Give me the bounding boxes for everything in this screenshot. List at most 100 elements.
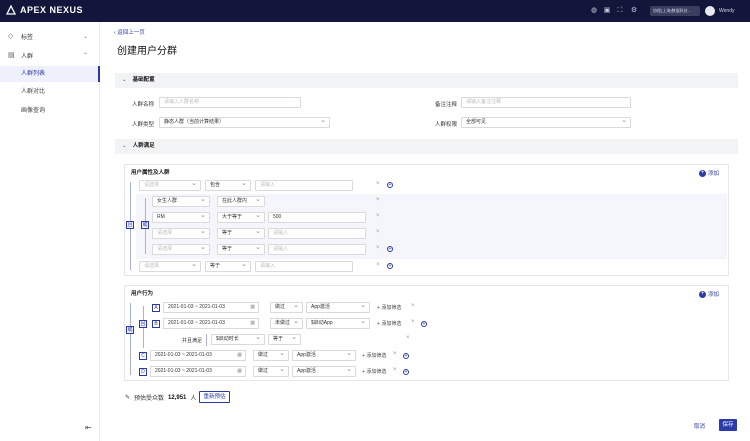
note-label: 备注注释: [434, 102, 457, 108]
add-filter-button[interactable]: + 添加筛选: [377, 320, 401, 327]
save-button[interactable]: 保存: [719, 419, 737, 431]
logo-mark-icon: [6, 5, 16, 15]
username[interactable]: Wendy: [719, 8, 734, 14]
add-condition-icon[interactable]: +: [387, 182, 393, 188]
done-select[interactable]: 做过: [253, 366, 289, 377]
logo[interactable]: APEX NEXUS: [6, 5, 83, 15]
attribute-operator-select[interactable]: 包含: [205, 180, 251, 191]
crowd-name-input[interactable]: 请输入人群名称: [159, 97, 301, 108]
nested-value-input[interactable]: 请输入: [268, 244, 366, 255]
close-icon[interactable]: ×: [376, 197, 380, 203]
close-icon[interactable]: ×: [376, 262, 380, 268]
add-condition-icon[interactable]: +: [403, 353, 409, 359]
nested-operator-select[interactable]: 在此人群内: [217, 196, 265, 207]
date-range-picker[interactable]: 2021-01-03 ~ 2021-01-03 ▦: [150, 350, 246, 361]
property-select[interactable]: $启动时长: [211, 334, 265, 345]
pen-icon: ✎: [125, 395, 131, 401]
event-select[interactable]: $启动App: [306, 318, 370, 329]
event-select[interactable]: App激活: [292, 350, 356, 361]
nested-value-input[interactable]: 请输入: [268, 228, 366, 239]
add-filter-button[interactable]: + 添加筛选: [362, 368, 386, 375]
sidebar-item-crowd-list[interactable]: 人群列表: [0, 66, 100, 82]
nested-operator-select[interactable]: 大于等于: [217, 212, 265, 223]
note-input[interactable]: 请输入备注注释: [461, 97, 631, 108]
nested-field-select[interactable]: 女生人群: [152, 196, 210, 207]
nested-value-input[interactable]: 500: [268, 212, 366, 223]
basic-config-header[interactable]: ⌄ 基础配置: [115, 73, 738, 88]
crowd-permission-select[interactable]: 全部可见: [461, 117, 631, 128]
add-label: 添加: [708, 171, 720, 177]
add-filter-button[interactable]: + 添加筛选: [362, 352, 386, 359]
cancel-button[interactable]: 取消: [694, 422, 705, 430]
done-select[interactable]: 做过: [253, 350, 289, 361]
calendar-icon: ▦: [250, 304, 255, 310]
sidebar-group-label: 标签: [21, 34, 34, 41]
and-toggle[interactable]: 且: [126, 221, 134, 229]
plus-icon: +: [699, 169, 706, 177]
nested-operator-select[interactable]: 等于: [217, 228, 265, 239]
logic-line: [130, 303, 131, 375]
add-condition-icon[interactable]: +: [387, 246, 393, 252]
done-select[interactable]: 未做过: [270, 318, 303, 329]
sidebar-item-portrait-query[interactable]: 画像查询: [0, 103, 100, 119]
attribute-operator-select[interactable]: 等于: [205, 261, 251, 272]
top-bar: APEX NEXUS ◍ ▣ ⛶ ⚙ 协程(上海)数据科技... Wendy: [0, 0, 750, 22]
lock-icon[interactable]: ▣: [603, 7, 611, 15]
and-toggle[interactable]: 且: [139, 320, 147, 328]
sidebar-group-crowd[interactable]: ▤ 人群 ⌃: [0, 47, 100, 63]
nested-field-select[interactable]: 请选择: [152, 244, 210, 255]
gear-icon[interactable]: ⚙: [630, 7, 638, 15]
crowd-type-select[interactable]: 静态人群（当前计算结果）: [159, 117, 330, 128]
close-icon[interactable]: ×: [376, 229, 380, 235]
nested-field-select[interactable]: 请选择: [152, 228, 210, 239]
re-estimate-button[interactable]: 重新预估: [199, 391, 230, 403]
or-toggle[interactable]: 或: [126, 326, 134, 334]
attribute-field-select[interactable]: 请选择: [139, 261, 201, 272]
crowd-permission-label: 人群权限: [434, 122, 457, 128]
add-condition-icon[interactable]: +: [387, 263, 393, 269]
sidebar-group-tags[interactable]: ◇ 标签 ⌄: [0, 28, 100, 44]
event-select[interactable]: App激活: [292, 366, 356, 377]
close-icon[interactable]: ×: [376, 213, 380, 219]
attribute-add-button[interactable]: + 添加: [699, 169, 719, 177]
calendar-icon: ▦: [237, 352, 242, 358]
close-icon[interactable]: ×: [393, 367, 397, 373]
or-toggle[interactable]: 或: [141, 221, 149, 229]
behavior-group-title: 用户行为: [131, 291, 154, 297]
close-icon[interactable]: ×: [406, 335, 410, 341]
close-icon[interactable]: ×: [376, 181, 380, 187]
nested-field-select[interactable]: RM: [152, 212, 210, 223]
sidebar-item-crowd-compare[interactable]: 人群对比: [0, 84, 100, 100]
event-select[interactable]: App激活: [306, 302, 370, 313]
date-range-picker[interactable]: 2021-01-03 ~ 2021-01-03 ▦: [163, 302, 259, 313]
close-icon[interactable]: ×: [411, 303, 415, 309]
close-icon[interactable]: ×: [376, 245, 380, 251]
close-icon[interactable]: ×: [393, 351, 397, 357]
attribute-value-input[interactable]: 请输入: [255, 261, 353, 272]
add-condition-icon[interactable]: +: [403, 369, 409, 375]
page-title: 创建用户分群: [117, 46, 177, 57]
property-operator-select[interactable]: 等于: [268, 334, 301, 345]
tenant-selector[interactable]: 协程(上海)数据科技...: [650, 6, 700, 16]
attribute-value-input[interactable]: 请输入: [255, 180, 353, 191]
globe-icon[interactable]: ◍: [590, 7, 598, 15]
date-range-picker[interactable]: 2021-01-03 ~ 2021-01-03 ▦: [150, 366, 246, 377]
fullscreen-icon[interactable]: ⛶: [616, 7, 624, 15]
estimate-summary: ✎ 预估受众数 12,951 人: [125, 393, 196, 403]
behavior-add-button[interactable]: + 添加: [699, 290, 719, 298]
crowd-condition-header[interactable]: ⌄ 人群满足: [115, 139, 738, 154]
back-link[interactable]: ‹ 返回上一页: [114, 28, 145, 36]
date-range-picker[interactable]: 2021-01-03 ~ 2021-01-03 ▦: [163, 318, 259, 329]
close-icon[interactable]: ×: [411, 319, 415, 325]
done-select[interactable]: 做过: [270, 302, 303, 313]
add-filter-button[interactable]: + 添加筛选: [377, 304, 401, 311]
nested-operator-select[interactable]: 等于: [217, 244, 265, 255]
chevron-down-icon: ⌄: [122, 77, 127, 83]
add-condition-icon[interactable]: +: [421, 321, 427, 327]
chevron-down-icon: ⌄: [122, 143, 127, 149]
collapse-sidebar-icon[interactable]: ⇤: [85, 423, 92, 432]
avatar[interactable]: [705, 6, 715, 16]
date-range-value: 2021-01-03 ~ 2021-01-03: [155, 368, 212, 374]
attribute-field-select[interactable]: 请选择: [139, 180, 201, 191]
date-range-value: 2021-01-03 ~ 2021-01-03: [168, 304, 225, 310]
